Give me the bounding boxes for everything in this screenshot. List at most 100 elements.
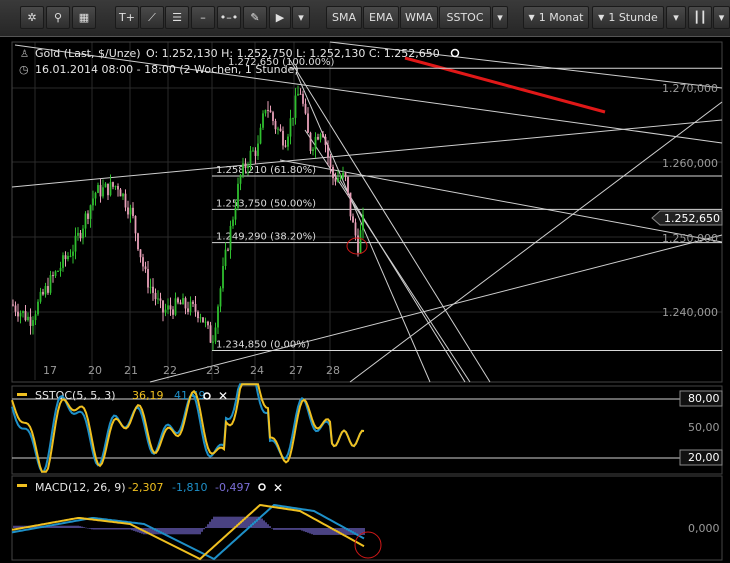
macd-hist-bar xyxy=(117,528,119,530)
macd-hist-bar xyxy=(111,528,113,530)
candle-body xyxy=(259,127,262,144)
candle-body xyxy=(109,182,112,196)
candle-body xyxy=(62,255,64,268)
macd-hist-bar xyxy=(191,528,193,535)
macd-hist-bar xyxy=(103,528,105,530)
macd-hist-bar xyxy=(215,516,217,528)
macd-hist-bar xyxy=(307,528,309,533)
candle-body xyxy=(227,249,229,251)
macd-hist-bar xyxy=(195,528,197,535)
fib-level-label: 1.234,850 (0.00%) xyxy=(216,339,310,350)
candle-body xyxy=(29,316,32,326)
candle-body xyxy=(354,222,357,236)
candle-body xyxy=(344,172,347,178)
macd-hist-bar xyxy=(289,528,291,530)
candle-body xyxy=(214,327,217,342)
macd-hist-bar xyxy=(263,520,265,528)
macd-hist-bar xyxy=(65,525,67,528)
candle-body xyxy=(32,320,34,326)
candle-body xyxy=(237,183,239,208)
macd-hist-bar xyxy=(187,528,189,535)
candle-body xyxy=(232,219,234,226)
stoch-panel: SSTOC(5, 5, 3) 36,19 41,49 ✕ 80,00 50,00… xyxy=(11,383,723,473)
candle-body xyxy=(114,186,117,188)
macd-hist-bar xyxy=(273,528,275,530)
candle-body xyxy=(279,128,282,131)
macd-hist-bar xyxy=(121,528,123,530)
macd-hist-bar xyxy=(329,528,331,535)
candle-body xyxy=(104,183,107,188)
candle-body xyxy=(302,94,304,104)
date-tick: 28 xyxy=(326,364,340,377)
date-tick: 23 xyxy=(206,364,220,377)
macd-hist-bar xyxy=(221,516,223,528)
macd-settings-icon[interactable] xyxy=(258,483,266,491)
macd-hist-bar xyxy=(327,528,329,535)
macd-hist-bar xyxy=(301,528,303,531)
stoch-close-icon[interactable]: ✕ xyxy=(218,389,228,403)
macd-legend-swatch xyxy=(17,484,27,487)
macd-hist-bar xyxy=(293,528,295,530)
macd-close-icon[interactable]: ✕ xyxy=(273,481,283,495)
candle-body xyxy=(359,230,362,253)
candle-body xyxy=(157,298,159,300)
candle-body xyxy=(172,309,174,315)
macd-hist-bar xyxy=(15,525,17,528)
macd-hist-bar xyxy=(269,526,271,528)
candle-body xyxy=(142,257,144,267)
candle-body xyxy=(17,311,19,317)
macd-hist-bar xyxy=(201,528,203,532)
macd-hist-bar xyxy=(279,528,281,530)
candle-body xyxy=(54,271,57,276)
period-label: 16.01.2014 08:00 - 18:00 (2 Wochen, 1 St… xyxy=(35,63,299,76)
candle-body xyxy=(147,269,149,288)
macd-hist-bar xyxy=(233,516,235,528)
candle-body xyxy=(337,178,339,182)
macd-hist-bar xyxy=(363,528,365,535)
date-tick: 22 xyxy=(163,364,177,377)
candle-body xyxy=(22,311,24,314)
candle-body xyxy=(184,298,187,309)
candle-body xyxy=(152,286,154,293)
candle-body xyxy=(244,163,247,168)
candle-body xyxy=(199,317,202,319)
candle-body xyxy=(309,132,312,151)
macd-hist-bar xyxy=(317,528,319,535)
settings-circle-icon[interactable] xyxy=(450,48,460,58)
stoch-level: 20,00 xyxy=(688,451,720,464)
candle-body xyxy=(162,300,164,313)
macd-hist-bar xyxy=(55,525,57,528)
candle-body xyxy=(339,177,342,179)
candle-body xyxy=(299,93,302,95)
candle-body xyxy=(207,321,209,326)
candle-body xyxy=(197,311,199,319)
chart[interactable]: 1.272,650 (100.00%)1.258,210 (61.80%)1.2… xyxy=(0,0,730,563)
macd-hist-bar xyxy=(81,526,83,528)
macd-hist-bar xyxy=(171,528,173,535)
macd-panel: MACD(12, 26, 9) -2,307 -1,810 -0,497 ✕ 0… xyxy=(11,481,720,561)
macd-hist-bar xyxy=(197,528,199,535)
candle-body xyxy=(169,305,172,310)
macd-hist-bar xyxy=(101,528,103,530)
macd-hist-bar xyxy=(203,528,205,530)
macd-hist-bar xyxy=(209,521,211,528)
candle-body xyxy=(319,133,322,140)
candle-body xyxy=(349,192,352,217)
macd-hist-bar xyxy=(315,528,317,535)
macd-hist-bar xyxy=(13,525,15,528)
candle-body xyxy=(329,157,332,167)
price-tick: 1.240,000 xyxy=(662,306,718,319)
macd-highlight-circle xyxy=(354,531,382,559)
macd-hist-bar xyxy=(97,528,99,530)
macd-value: -2,307 xyxy=(128,481,163,494)
candle-body xyxy=(332,166,334,179)
candle-body xyxy=(289,118,292,137)
macd-hist-bar xyxy=(291,528,293,530)
macd-hist-bar xyxy=(87,528,89,529)
macd-hist-bar xyxy=(67,525,69,528)
macd-hist-bar xyxy=(211,519,213,528)
candle-body xyxy=(159,298,162,301)
candle-body xyxy=(74,235,77,252)
candle-body xyxy=(274,120,277,130)
stoch-level: 80,00 xyxy=(688,392,720,405)
